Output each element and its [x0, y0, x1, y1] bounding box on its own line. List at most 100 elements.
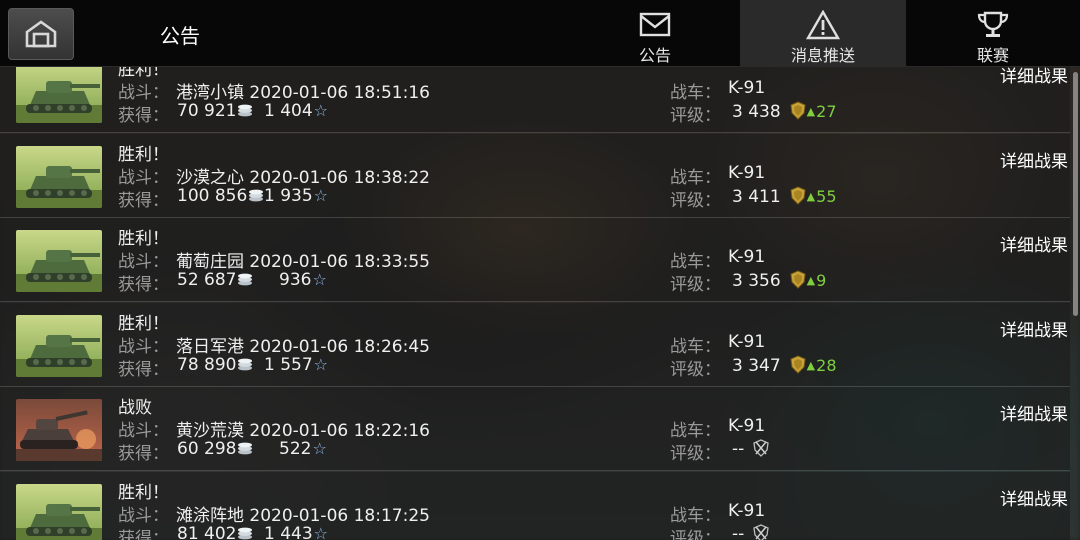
credits-icon	[238, 527, 253, 539]
earn-label: 获得：	[118, 444, 169, 464]
rating-label: 评级：	[670, 359, 721, 380]
tank-name: K-91	[728, 162, 766, 183]
xp-value: 1 404☆	[264, 101, 329, 121]
rating-delta: ▲9	[806, 271, 827, 290]
trophy-icon	[977, 11, 1009, 37]
tab-label: 公告	[638, 46, 671, 65]
credits-value: 100 856	[177, 186, 264, 206]
earn-label: 获得：	[118, 359, 169, 380]
tank-thumbnail	[16, 314, 102, 377]
battle-label: 战斗：	[118, 83, 169, 103]
xp-value: 936☆	[279, 270, 327, 290]
up-arrow-icon: ▲	[806, 105, 816, 118]
rating-badge-icon	[790, 270, 806, 289]
credits-icon	[249, 189, 264, 201]
rating-delta: ▲27	[806, 102, 837, 121]
credits-value: 81 402	[177, 524, 253, 540]
tank-label: 战车：	[670, 421, 721, 441]
up-arrow-icon: ▲	[806, 274, 816, 287]
tank-thumbnail	[16, 230, 102, 292]
detail-results-button[interactable]: 详细战果	[1000, 400, 1068, 425]
tank-thumbnail	[16, 483, 102, 540]
no-rating-icon	[753, 523, 769, 540]
tank-label: 战车：	[670, 83, 721, 103]
tab-label: 消息推送	[790, 46, 855, 65]
tab-notifications[interactable]: 消息推送	[740, 0, 906, 67]
detail-results-button[interactable]: 详细战果	[1000, 147, 1068, 172]
tank-label: 战车：	[670, 167, 721, 188]
battle-row[interactable]: 战败 战斗： 黄沙荒漠 2020-01-06 18:22:16 获得： 60 2…	[0, 387, 1070, 471]
battle-result: 胜利！	[118, 229, 169, 249]
rating-label: 评级：	[670, 528, 721, 540]
tank-label: 战车：	[670, 505, 721, 526]
credits-value: 52 687	[177, 270, 253, 290]
tank-label: 战车：	[670, 336, 721, 357]
credits-icon	[238, 273, 253, 286]
rating-value: 3 438 ▲27	[732, 101, 837, 122]
battle-label: 战斗：	[118, 252, 169, 272]
earn-label: 获得：	[118, 190, 169, 211]
credits-icon	[238, 442, 253, 455]
rating-label: 评级：	[670, 444, 721, 464]
detail-results-button[interactable]: 详细战果	[1000, 316, 1068, 341]
xp-star-icon: ☆	[313, 523, 329, 540]
battle-label: 战斗：	[118, 167, 169, 188]
tank-thumbnail	[16, 145, 102, 208]
battle-map-time: 葡萄庄园 2020-01-06 18:33:55	[176, 252, 430, 272]
garage-icon	[25, 20, 57, 48]
battle-label: 战斗：	[118, 421, 169, 441]
detail-results-button[interactable]: 详细战果	[1000, 67, 1068, 87]
rating-value: --	[732, 439, 770, 459]
xp-value: 1 935☆	[264, 185, 329, 206]
rating-label: 评级：	[670, 190, 721, 211]
xp-value: 1 557☆	[264, 354, 329, 375]
detail-results-button[interactable]: 详细战果	[1000, 231, 1068, 256]
tab-label: 联赛	[976, 46, 1009, 65]
battle-row[interactable]: 胜利！ 战斗： 葡萄庄园 2020-01-06 18:33:55 获得： 52 …	[0, 218, 1070, 302]
earn-label: 获得：	[118, 275, 169, 295]
xp-star-icon: ☆	[313, 354, 329, 374]
xp-star-icon: ☆	[312, 439, 327, 458]
tab-announcements[interactable]: 公告	[572, 0, 738, 67]
battle-row[interactable]: 胜利！ 战斗： 滩涂阵地 2020-01-06 18:17:25 获得： 81 …	[0, 471, 1070, 540]
tank-thumbnail	[16, 399, 102, 461]
warning-icon	[806, 10, 840, 40]
rating-badge-icon	[790, 354, 806, 374]
tab-league[interactable]: 联赛	[910, 0, 1076, 67]
tank-name: K-91	[728, 78, 766, 98]
earn-label: 获得：	[118, 106, 169, 126]
page-title: 公告	[160, 24, 200, 48]
credits-icon	[238, 358, 253, 370]
xp-value: 1 443☆	[264, 524, 328, 540]
battle-row[interactable]: 胜利！ 战斗： 落日军港 2020-01-06 18:26:45 获得： 78 …	[0, 302, 1070, 387]
home-button[interactable]	[8, 8, 74, 60]
battle-result: 战败	[118, 398, 152, 418]
rating-value: --	[732, 524, 770, 540]
battle-label: 战斗：	[118, 505, 169, 526]
rating-badge-icon	[790, 101, 806, 120]
tank-name: K-91	[728, 247, 766, 267]
tank-name: K-91	[728, 331, 766, 352]
battle-result: 胜利！	[118, 144, 169, 165]
battle-map-time: 滩涂阵地 2020-01-06 18:17:25	[176, 505, 430, 526]
mail-icon	[639, 12, 671, 37]
xp-star-icon: ☆	[313, 185, 329, 205]
rating-badge-icon	[790, 185, 806, 205]
rating-label: 评级：	[670, 106, 721, 126]
credits-icon	[238, 104, 253, 117]
battle-row[interactable]: 胜利！ 战斗： 沙漠之心 2020-01-06 18:38:22 获得： 100…	[0, 133, 1070, 218]
rating-value: 3 356 ▲9	[732, 270, 827, 291]
battle-row[interactable]: 胜利！ 战斗： 港湾小镇 2020-01-06 18:51:16 获得： 70 …	[0, 67, 1070, 133]
credits-value: 60 298	[177, 439, 253, 459]
detail-results-button[interactable]: 详细战果	[1000, 485, 1068, 510]
scrollbar[interactable]	[1073, 72, 1078, 316]
rating-value: 3 347 ▲28	[732, 354, 837, 376]
tank-name: K-91	[728, 416, 766, 436]
rating-delta: ▲28	[806, 355, 837, 375]
tank-label: 战车：	[670, 252, 721, 272]
up-arrow-icon: ▲	[806, 189, 816, 203]
battle-map-time: 港湾小镇 2020-01-06 18:51:16	[176, 83, 430, 103]
battle-result: 胜利！	[118, 482, 169, 503]
battle-map-time: 落日军港 2020-01-06 18:26:45	[176, 336, 430, 357]
battle-list[interactable]: 胜利！ 战斗： 港湾小镇 2020-01-06 18:51:16 获得： 70 …	[0, 67, 1080, 540]
